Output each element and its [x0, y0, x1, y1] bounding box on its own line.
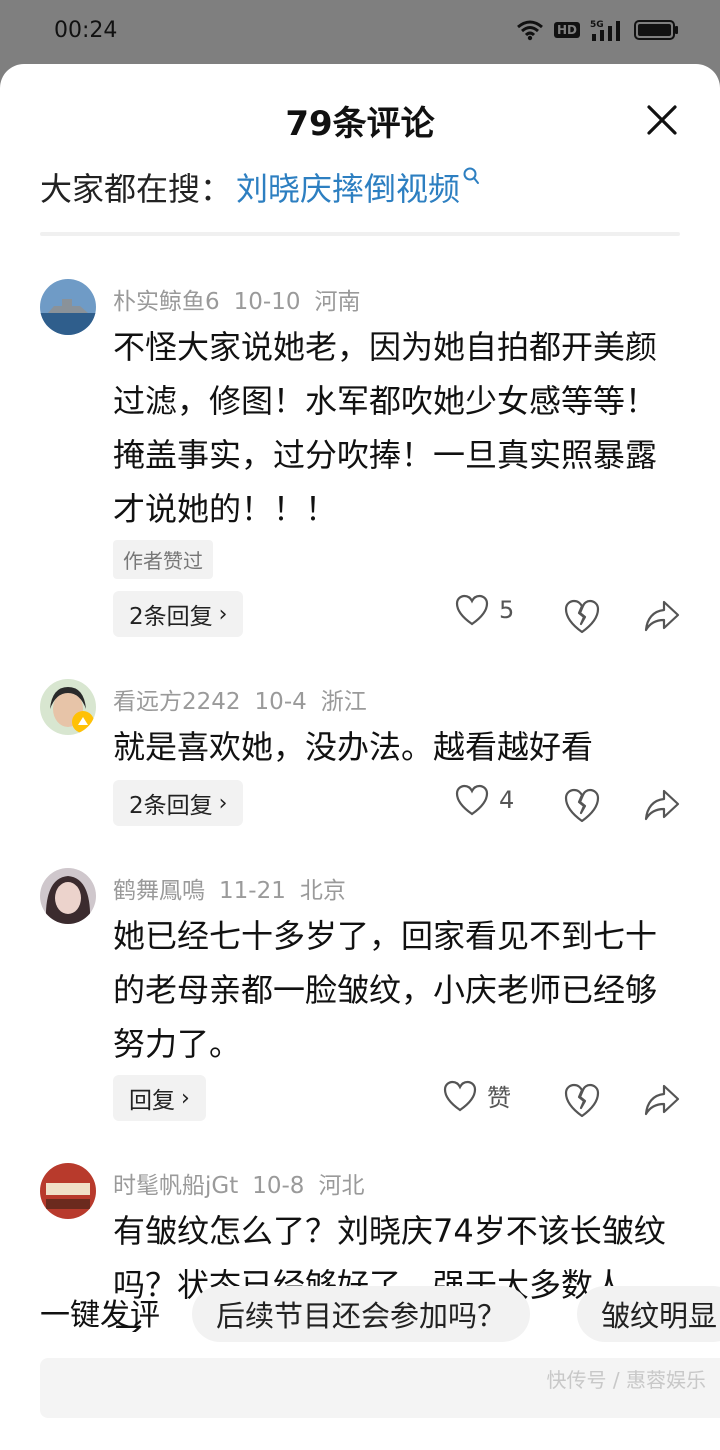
comment-meta: 时髦帆船jGt 10-8 河北 [113, 1166, 378, 1200]
like-button[interactable]: 5 [455, 594, 514, 626]
like-count: 4 [499, 786, 515, 814]
share-icon[interactable] [642, 785, 682, 825]
heart-icon [455, 784, 489, 816]
replies-button[interactable]: 2条回复 › [113, 780, 244, 826]
wifi-icon [517, 20, 543, 41]
avatar[interactable] [40, 679, 96, 735]
comment-date: 10-8 [252, 1173, 305, 1199]
heart-icon [455, 594, 489, 626]
quick-reply-chip[interactable]: 皱纹明显 [577, 1286, 720, 1342]
sheet-header: 79条评论 [0, 96, 720, 145]
battery-icon [634, 20, 678, 40]
comment-text: 就是喜欢她，没办法。越看越好看 [113, 728, 594, 766]
watermark: 快传号 / 惠蓉娱乐 [546, 1368, 706, 1392]
author-liked-badge: 作者赞过 [113, 540, 213, 579]
quick-reply-label: 一键发评 [40, 1298, 160, 1333]
close-icon[interactable] [644, 102, 680, 138]
username[interactable]: 时髦帆船jGt [113, 1173, 238, 1199]
reply-label: 回复 [129, 1088, 175, 1114]
comment-count-title: 79条评论 [285, 104, 435, 144]
reply-button[interactable]: 回复 › [113, 1075, 206, 1121]
broken-heart-icon[interactable] [562, 785, 602, 825]
broken-heart-icon[interactable] [562, 596, 602, 636]
username[interactable]: 朴实鲸鱼6 [113, 289, 220, 315]
comment-meta: 看远方2242 10-4 浙江 [113, 682, 381, 716]
chevron-right-icon: › [181, 1085, 190, 1111]
quick-reply-chip[interactable]: 后续节目还会参加吗？ [192, 1286, 531, 1342]
chevron-right-icon: › [218, 790, 228, 816]
like-count: 5 [499, 596, 515, 624]
avatar[interactable] [40, 868, 96, 924]
avatar[interactable] [40, 1163, 96, 1219]
status-time: 00:24 [54, 18, 118, 43]
username[interactable]: 看远方2242 [113, 689, 241, 715]
share-icon[interactable] [642, 596, 682, 636]
quick-reply-bar: 一键发评 后续节目还会参加吗？ 皱纹明显 [0, 1286, 720, 1346]
comment-date: 11-21 [219, 878, 286, 904]
divider [40, 232, 680, 236]
like-label: 赞 [487, 1084, 511, 1112]
comment-location: 河南 [314, 289, 361, 315]
status-icons: HD 5G [516, 18, 680, 42]
chevron-right-icon: › [218, 601, 228, 627]
share-icon[interactable] [642, 1080, 682, 1120]
status-bar: 00:24 HD 5G [0, 0, 720, 64]
comment-location: 河北 [318, 1173, 365, 1199]
search-icon[interactable] [462, 166, 480, 186]
hot-search-link[interactable]: 刘晓庆摔倒视频 [236, 164, 460, 210]
comment-date: 10-4 [254, 689, 307, 715]
heart-icon [443, 1080, 477, 1111]
signal-5g-icon: 5G [590, 20, 620, 41]
username[interactable]: 鹤舞鳳鳴 [113, 878, 205, 904]
replies-label: 2条回复 [129, 604, 213, 630]
replies-button[interactable]: 2条回复 › [113, 591, 244, 637]
hot-search: 大家都在搜： 刘晓庆摔倒视频 [40, 164, 480, 210]
like-button[interactable]: 赞 [443, 1078, 511, 1113]
comment-meta: 朴实鲸鱼6 10-10 河南 [113, 282, 374, 316]
broken-heart-icon[interactable] [562, 1080, 602, 1120]
comment-text: 不怪大家说她老，因为她自拍都开美颜过滤，修图！水军都吹她少女感等等！掩盖事实，过… [113, 328, 658, 528]
comment-location: 北京 [299, 878, 346, 904]
hd-badge: HD [553, 22, 580, 38]
comment-meta: 鹤舞鳳鳴 11-21 北京 [113, 871, 360, 905]
comment-text: 她已经七十多岁了，回家看见不到七十的老母亲都一脸皱纹，小庆老师已经够努力了。 [113, 917, 658, 1063]
comment-sheet: 79条评论 大家都在搜： 刘晓庆摔倒视频 朴实鲸鱼6 10-10 河南 不怪大家说她… [0, 64, 720, 1450]
avatar[interactable] [40, 279, 96, 335]
comment-location: 浙江 [320, 689, 367, 715]
like-button[interactable]: 4 [455, 784, 514, 816]
svg-text:5G: 5G [590, 20, 604, 30]
hot-search-label: 大家都在搜： [40, 170, 233, 208]
comment-date: 10-10 [233, 289, 301, 315]
replies-label: 2条回复 [129, 793, 213, 819]
